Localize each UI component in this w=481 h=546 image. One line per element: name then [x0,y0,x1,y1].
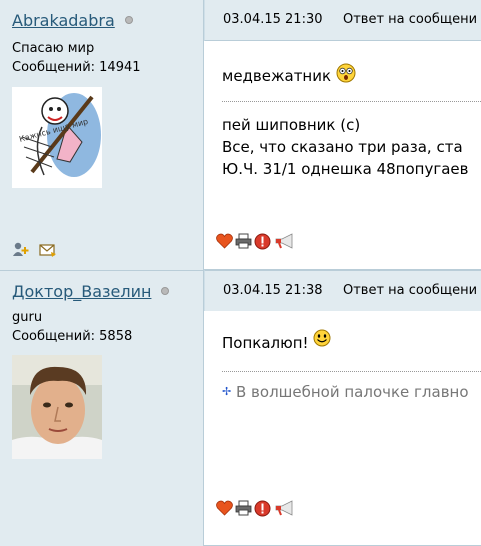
post-text: медвежатник [222,63,356,87]
user-rank: guru [12,310,43,325]
print-icon[interactable] [235,233,252,253]
post-text-content: медвежатник [222,67,332,85]
avatar[interactable] [12,355,102,459]
author-panel: Abrakadabra Спасаю мир Сообщений: 14941 … [0,0,204,270]
smiley-icon [313,329,331,351]
user-rank: Спасаю мир [12,41,95,56]
signature-line: Ю.Ч. 31/1 однешка 48попугаев [222,160,469,178]
post: Abrakadabra Спасаю мир Сообщений: 14941 … [0,0,481,270]
post-text: Попкалюп! [222,329,331,352]
signature-separator [222,101,481,102]
signature-line: пей шиповник (с) [222,116,361,134]
report-icon[interactable] [254,233,271,254]
heart-icon[interactable] [216,233,233,253]
post-date: 03.04.15 21:38 [223,283,323,298]
post-text-content: Попкалюп! [222,334,309,352]
reply-to-link[interactable]: Ответ на сообщени [343,12,477,27]
heart-icon[interactable] [216,500,233,520]
username-link[interactable]: Abrakadabra [12,11,115,30]
signature-line: Все, что сказано три раза, ста [222,138,463,156]
status-offline-icon [125,16,133,24]
avatar[interactable]: Кажись ищу мир [12,87,102,188]
signature-separator [222,371,481,372]
signature-line: В волшебной палочке главно [236,383,469,401]
post-header: 03.04.15 21:30 Ответ на сообщени [204,0,481,41]
send-message-icon[interactable] [39,242,57,262]
sparkle-icon: ✢ [222,385,232,398]
message-count: Сообщений: 14941 [12,60,141,75]
megaphone-icon[interactable] [274,233,296,253]
post-date: 03.04.15 21:30 [223,12,323,27]
add-friend-icon[interactable] [12,242,30,262]
post: Доктор_Вазелин guru Сообщений: 5858 03.0… [0,270,481,546]
shocked-smiley-icon [336,63,356,87]
print-icon[interactable] [235,500,252,520]
panel-divider [0,270,203,271]
message-count: Сообщений: 5858 [12,329,133,344]
author-panel: Доктор_Вазелин guru Сообщений: 5858 [0,270,204,546]
post-body: Попкалюп! ✢ В волшебной палочке главно [204,311,481,546]
reply-to-link[interactable]: Ответ на сообщени [343,283,477,298]
signature: пей шиповник (с) Все, что сказано три ра… [222,114,468,180]
post-body: медвежатник пей шиповник (с) Все, что ск… [204,41,481,270]
post-header: 03.04.15 21:38 Ответ на сообщени [204,270,481,312]
signature: ✢ В волшебной палочке главно [222,383,469,401]
report-icon[interactable] [254,500,271,521]
status-offline-icon [161,287,169,295]
username-link[interactable]: Доктор_Вазелин [12,282,151,301]
megaphone-icon[interactable] [274,500,296,520]
